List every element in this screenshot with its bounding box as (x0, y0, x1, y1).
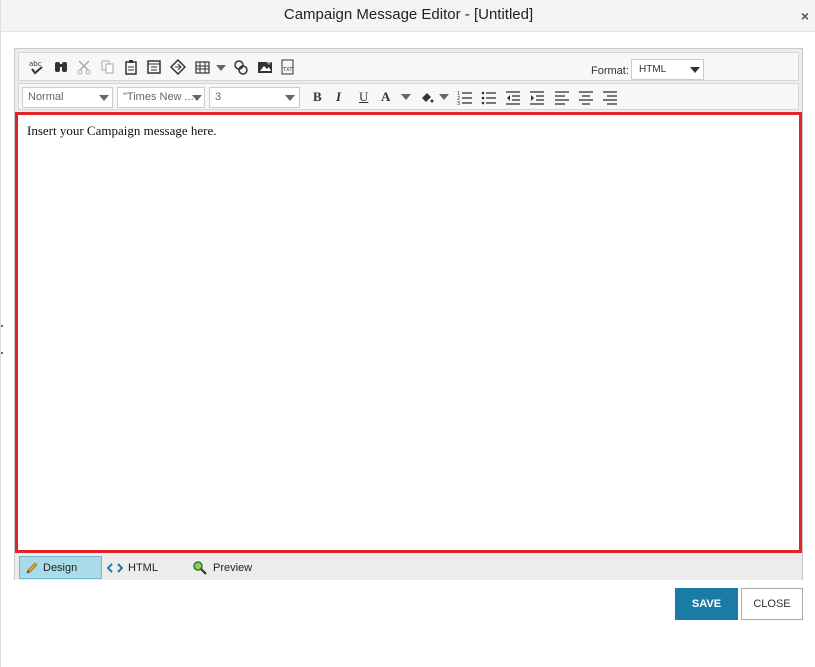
close-icon[interactable]: × (801, 8, 809, 24)
message-content-area[interactable]: Insert your Campaign message here. (15, 112, 802, 553)
italic-button[interactable]: I (336, 89, 341, 105)
underline-button[interactable]: U (359, 89, 368, 105)
align-right-icon[interactable] (602, 89, 618, 105)
font-color-button[interactable]: A (381, 89, 390, 105)
pencil-icon (26, 562, 38, 573)
dialog-titlebar: Campaign Message Editor - [Untitled] × (1, 0, 815, 32)
align-left-icon[interactable] (554, 89, 570, 105)
format-label: Format: (591, 65, 629, 77)
chevron-down-icon (192, 95, 202, 101)
bulleted-list-icon[interactable] (481, 89, 497, 105)
resize-marker (1, 325, 3, 327)
highlight-color-icon[interactable] (419, 89, 435, 105)
paragraph-style-select[interactable]: Normal (22, 87, 113, 108)
code-icon (107, 562, 123, 573)
insert-image-icon[interactable]: + (257, 59, 273, 75)
spellcheck-icon[interactable]: abc (29, 59, 45, 75)
chevron-down-icon (99, 95, 109, 101)
paragraph-style-value: Normal (28, 91, 64, 103)
paste-from-word-icon[interactable] (146, 59, 162, 75)
rich-text-editor: abc + TXT Format: HTML Normal "Times New… (14, 48, 803, 580)
magnifier-icon (193, 560, 207, 575)
svg-text:3: 3 (457, 101, 460, 105)
resize-marker (1, 352, 3, 354)
align-center-icon[interactable] (578, 89, 594, 105)
insert-table-icon[interactable] (195, 59, 211, 75)
editor-toolbar-format: Normal "Times New ... 3 B I U A 123 (18, 83, 799, 110)
font-name-select[interactable]: "Times New ... (117, 87, 205, 108)
tab-preview[interactable]: Preview (192, 556, 272, 579)
save-button[interactable]: SAVE (675, 588, 738, 620)
find-icon[interactable] (53, 59, 69, 75)
svg-text:+: + (266, 59, 272, 67)
table-dropdown-icon[interactable] (216, 65, 226, 71)
insert-link-icon[interactable] (170, 59, 186, 75)
font-size-value: 3 (215, 91, 222, 103)
outdent-icon[interactable] (505, 89, 521, 105)
editor-toolbar-top: abc + TXT Format: HTML (18, 52, 799, 81)
tab-html[interactable]: HTML (107, 556, 177, 579)
numbered-list-icon[interactable]: 123 (457, 89, 473, 105)
dialog-title: Campaign Message Editor - [Untitled] (283, 6, 534, 23)
tab-preview-label: Preview (213, 561, 253, 574)
tab-html-label: HTML (128, 561, 158, 574)
font-color-dropdown-icon[interactable] (401, 94, 411, 100)
font-name-value: "Times New ... (123, 91, 194, 103)
tab-design[interactable]: Design (19, 556, 102, 579)
tab-design-label: Design (43, 561, 78, 574)
indent-icon[interactable] (529, 89, 545, 105)
copy-icon[interactable] (100, 59, 116, 75)
format-select-value: HTML (639, 64, 667, 75)
highlight-dropdown-icon[interactable] (439, 94, 449, 100)
close-button[interactable]: CLOSE (741, 588, 803, 620)
bold-button[interactable]: B (313, 89, 322, 105)
svg-text:TXT: TXT (282, 67, 293, 73)
chevron-down-icon (285, 95, 295, 101)
editor-mode-bar: Design HTML Preview (15, 554, 802, 580)
chevron-down-icon (690, 67, 700, 73)
insert-symbol-icon[interactable] (233, 59, 249, 75)
svg-text:abc: abc (29, 60, 42, 68)
cut-icon[interactable] (76, 59, 92, 75)
font-size-select[interactable]: 3 (209, 87, 300, 108)
campaign-message-editor-dialog: Campaign Message Editor - [Untitled] × a… (0, 0, 815, 667)
insert-text-icon[interactable]: TXT (280, 59, 296, 75)
message-body-text[interactable]: Insert your Campaign message here. (27, 123, 217, 139)
paste-icon[interactable] (123, 59, 139, 75)
format-select[interactable]: HTML (631, 59, 704, 80)
